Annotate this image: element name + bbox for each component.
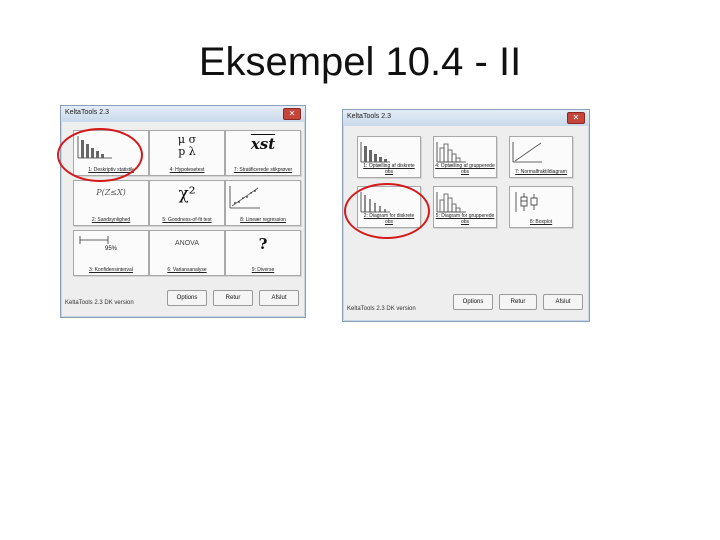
tile-stratified-samples[interactable]: xst 7: Stratificerede stikprøver	[225, 130, 301, 176]
xst-symbol: xst	[250, 135, 276, 153]
tile-label: 2: Sandsynlighed	[91, 217, 131, 223]
version-label: KeltaTools 2.3 DK version	[347, 306, 416, 312]
interval-icon: 95%	[74, 234, 148, 252]
tile-anova[interactable]: ANOVA 6: Variansanalyse	[149, 230, 225, 276]
tile-count-grouped[interactable]: 4: Optælling af grupperede obs	[433, 136, 497, 178]
tile-label: 7: Stratificerede stikprøver	[233, 167, 293, 173]
anova-symbol: ANOVA	[175, 240, 199, 247]
retur-button[interactable]: Retur	[213, 290, 253, 306]
tile-label: 9: Diverse	[251, 267, 275, 273]
title-bar[interactable]: KeltaTools 2.3 ✕	[61, 106, 305, 122]
question-symbol: ?	[258, 235, 268, 253]
options-button[interactable]: Options	[453, 294, 493, 310]
tile-label: 3: Konfidensinterval	[89, 267, 133, 273]
afslut-button[interactable]: Afslut	[543, 294, 583, 310]
chi-square-icon: χ²	[150, 184, 224, 204]
xst-icon: xst	[226, 134, 300, 154]
tile-count-discrete[interactable]: 1: Optælling af diskrete obs	[357, 136, 421, 178]
boxplot-icon	[510, 190, 572, 214]
slide-title: Eksempel 10.4 - II	[198, 40, 522, 84]
histogram-icon	[358, 140, 420, 164]
symbols-bottom: p λ	[178, 145, 196, 158]
tile-label: 8: Lineær regression	[240, 217, 286, 223]
tile-label: 4: Optælling af grupperede obs	[435, 163, 495, 175]
window-title: KeltaTools 2.3	[65, 109, 109, 116]
close-button[interactable]: ✕	[283, 108, 301, 120]
tile-label: 7: Normalfraktildiagram	[515, 169, 567, 175]
tile-goodness-of-fit[interactable]: χ² 5: Goodness-of-fit test	[149, 180, 225, 226]
tile-label: 5: Diagram for grupperede obs	[435, 213, 495, 225]
tile-label: 4: Hypotesetest	[169, 167, 205, 173]
tile-label: 8: Boxplot	[529, 219, 553, 225]
mu-sigma-icon: μ σ p λ	[150, 134, 224, 158]
normal-plot-icon	[510, 140, 572, 164]
options-button[interactable]: Options	[167, 290, 207, 306]
tile-linear-regression[interactable]: 8: Lineær regression	[225, 180, 301, 226]
tile-normal-plot[interactable]: 7: Normalfraktildiagram	[509, 136, 573, 178]
grouped-bar-icon	[434, 190, 496, 214]
chi-symbol: χ²	[178, 184, 196, 204]
probability-symbol: P(Z≤X)	[96, 188, 126, 197]
tile-probability[interactable]: P(Z≤X) 2: Sandsynlighed	[73, 180, 149, 226]
tile-confidence-interval[interactable]: 95% 3: Konfidensinterval	[73, 230, 149, 276]
question-icon: ?	[226, 234, 300, 254]
title-bar[interactable]: KeltaTools 2.3 ✕	[343, 110, 589, 126]
tile-hypothesis-test[interactable]: μ σ p λ 4: Hypotesetest	[149, 130, 225, 176]
tile-label: 5: Goodness-of-fit test	[162, 217, 212, 223]
window-title: KeltaTools 2.3	[347, 113, 391, 120]
anova-icon: ANOVA	[150, 234, 224, 254]
tile-boxplot[interactable]: 8: Boxplot	[509, 186, 573, 228]
regression-icon	[226, 184, 300, 210]
tile-label: 6: Variansanalyse	[167, 267, 207, 273]
highlight-circle-diagram	[344, 183, 430, 239]
retur-button[interactable]: Retur	[499, 294, 537, 310]
afslut-button[interactable]: Afslut	[259, 290, 299, 306]
version-label: KeltaTools 2.3 DK version	[65, 300, 134, 306]
close-button[interactable]: ✕	[567, 112, 585, 124]
highlight-circle-descriptive	[57, 128, 143, 182]
tile-diagram-grouped[interactable]: 5: Diagram for grupperede obs	[433, 186, 497, 228]
interval-percent: 95%	[104, 246, 117, 252]
grouped-histogram-icon	[434, 140, 496, 164]
tile-label: 1: Optælling af diskrete obs	[363, 163, 415, 175]
tile-miscellaneous[interactable]: ? 9: Diverse	[225, 230, 301, 276]
probability-icon: P(Z≤X)	[74, 184, 148, 202]
